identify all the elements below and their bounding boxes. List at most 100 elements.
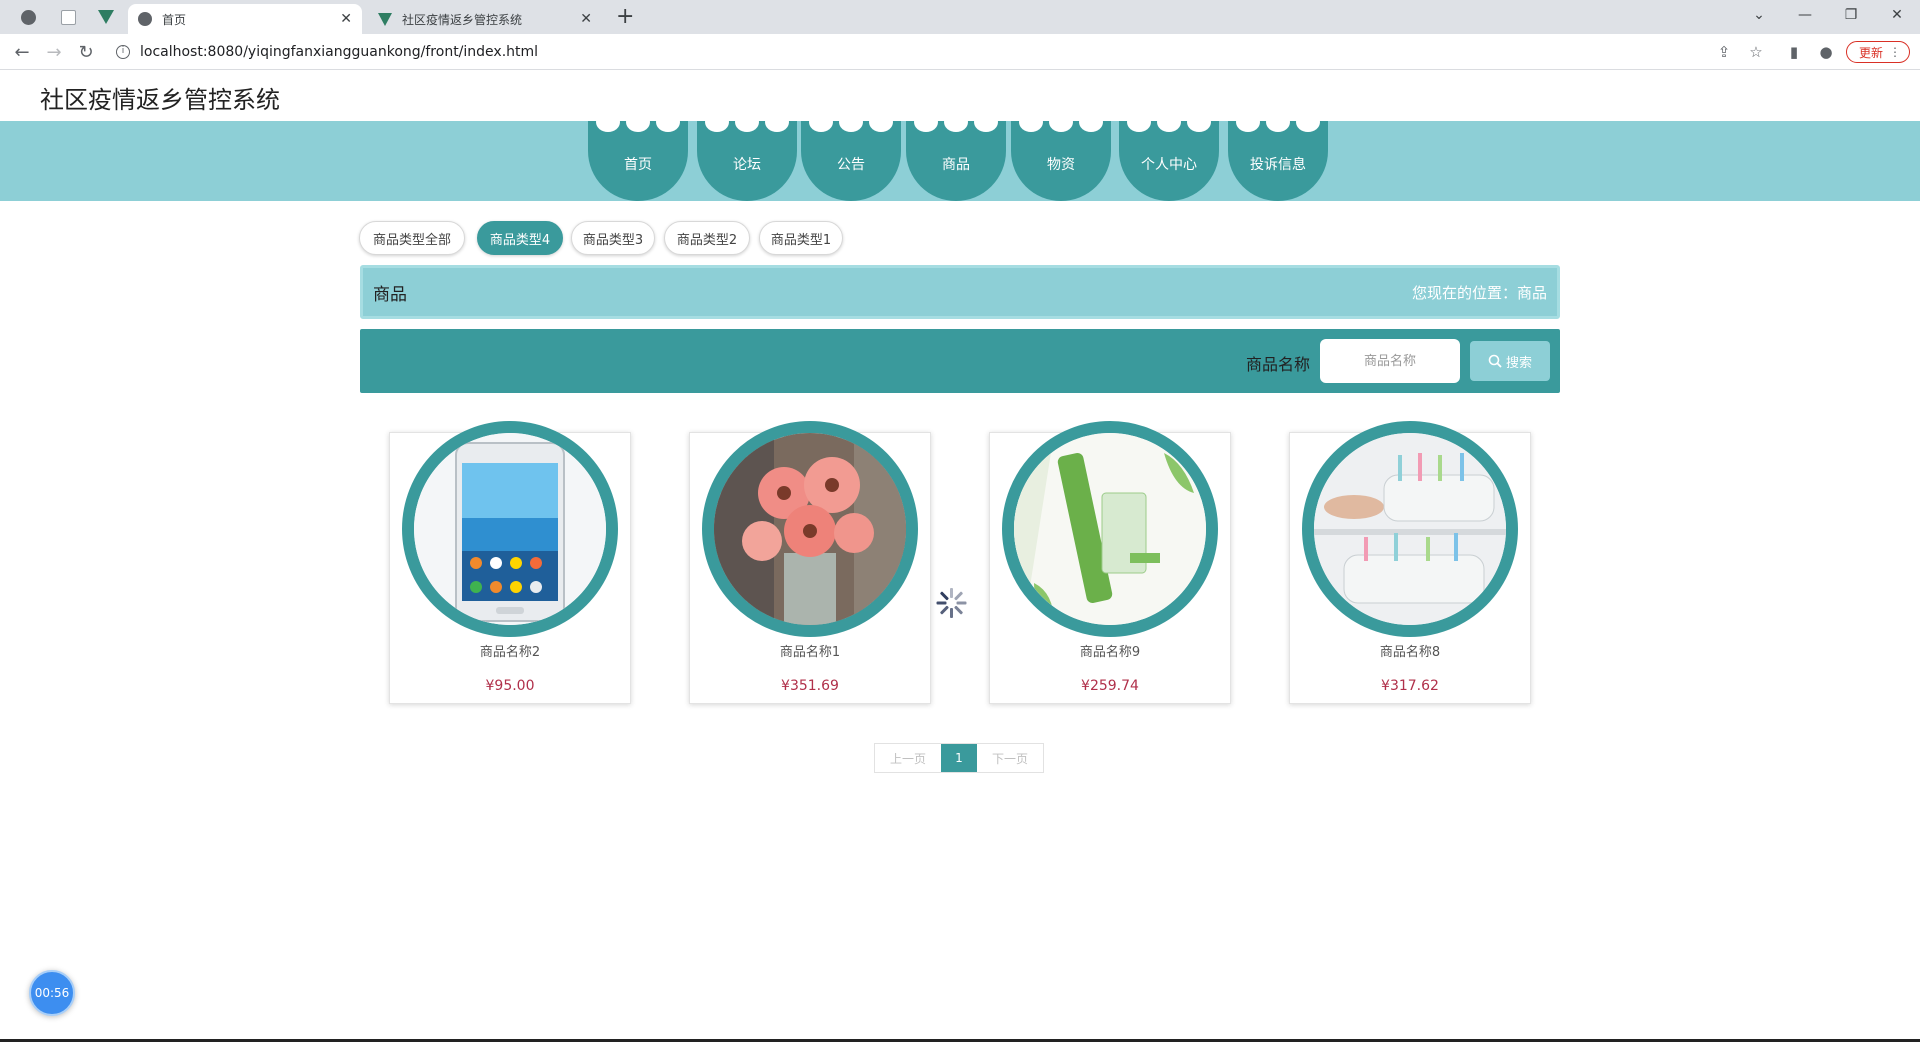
nav-scallop-decoration (974, 112, 998, 132)
tab-search-dropdown[interactable]: ⌄ (1736, 0, 1782, 30)
prev-page-button[interactable]: 上一页 (875, 744, 941, 772)
nav-scallop-decoration (596, 112, 620, 132)
nav-scallop-decoration (735, 112, 759, 132)
nav-scallop-decoration (1079, 112, 1103, 132)
product-name[interactable]: 商品名称1 (690, 641, 930, 660)
tab-title: 社区疫情返乡管控系统 (402, 12, 523, 27)
nav-scallop-decoration (869, 112, 893, 132)
reload-icon[interactable]: ↻ (72, 38, 100, 66)
new-tab-button[interactable]: + (616, 4, 634, 30)
spinner-spoke (950, 608, 953, 618)
search-button-label: 搜索 (1505, 355, 1532, 371)
nav-scallop-decoration (656, 112, 680, 132)
browser-tab-bar: 首页 ✕ 社区疫情返乡管控系统 ✕ + ⌄ — ❐ ✕ (0, 0, 1920, 34)
nav-scallop-decoration (839, 112, 863, 132)
tab-title: 首页 (162, 12, 187, 27)
spinner-spoke (953, 591, 964, 601)
spinner-spoke (953, 605, 964, 615)
more-menu-icon[interactable]: ⋮ (1889, 45, 1901, 59)
browser-tab-system[interactable]: 社区疫情返乡管控系统 ✕ (368, 4, 602, 34)
nav-scallop-decoration (626, 112, 650, 132)
product-card[interactable]: 商品名称9 ¥259.74 (989, 421, 1231, 704)
product-name[interactable]: 商品名称8 (1290, 641, 1530, 660)
category-pill[interactable]: 商品类型全部 (359, 221, 465, 255)
pinned-tab-blank[interactable] (48, 0, 88, 34)
product-card[interactable]: 商品名称8 ¥317.62 (1289, 421, 1531, 704)
tab-close-icon[interactable]: ✕ (580, 11, 592, 27)
bookmark-star-icon[interactable]: ☆ (1742, 38, 1770, 66)
nav-scallop-decoration (1049, 112, 1073, 132)
product-image[interactable] (1302, 421, 1518, 637)
product-price: ¥259.74 (1081, 678, 1139, 694)
spinner-spoke (936, 601, 947, 605)
product-image[interactable] (702, 421, 918, 637)
search-input[interactable] (1320, 339, 1460, 383)
url-bar[interactable]: i localhost:8080/yiqingfanxiangguankong/… (108, 38, 1768, 66)
product-card[interactable]: 商品名称2 ¥95.00 (389, 421, 631, 704)
site-title: 社区疫情返乡管控系统 (40, 86, 280, 114)
page-icon (60, 9, 76, 25)
search-label: 商品名称 (1246, 355, 1311, 374)
nav-scallop-decoration (1266, 112, 1290, 132)
nav-scallop-decoration (809, 112, 833, 132)
product-price: ¥317.62 (1381, 678, 1439, 694)
toothbrush-holder-image (1314, 433, 1506, 625)
flowers-image (714, 433, 906, 625)
product-name[interactable]: 商品名称2 (390, 641, 630, 660)
vue-logo-icon (378, 12, 392, 26)
product-name[interactable]: 商品名称9 (990, 641, 1230, 660)
category-pill[interactable]: 商品类型3 (571, 221, 655, 255)
nav-scallop-decoration (1127, 112, 1151, 132)
product-image[interactable] (1002, 421, 1218, 637)
pinned-tab-vue[interactable] (86, 0, 126, 34)
restore-button[interactable]: ❐ (1828, 0, 1874, 30)
vue-logo-icon (98, 10, 114, 24)
category-pill[interactable]: 商品类型4 (477, 221, 563, 255)
pinned-tab-globe[interactable] (8, 0, 48, 34)
recording-timer[interactable]: 00:56 (29, 970, 75, 1016)
product-price: ¥351.69 (781, 678, 839, 694)
page-number-current[interactable]: 1 (941, 744, 977, 772)
nav-scallop-decoration (944, 112, 968, 132)
update-button[interactable]: 更新 ⋮ (1846, 41, 1910, 63)
spinner-spoke (956, 601, 967, 605)
nav-scallop-decoration (914, 112, 938, 132)
breadcrumb-location: 您现在的位置：商品 (1411, 283, 1547, 302)
share-icon[interactable]: ⇪ (1710, 38, 1738, 66)
update-label: 更新 (1859, 45, 1884, 60)
nav-scallop-decoration (705, 112, 729, 132)
minimize-button[interactable]: — (1782, 0, 1828, 30)
search-icon (1488, 354, 1502, 368)
globe-icon (20, 9, 36, 25)
search-bar: 商品名称 搜索 (360, 329, 1560, 393)
loading-spinner-icon (936, 588, 967, 618)
section-title: 商品 (373, 284, 407, 305)
nav-scallop-decoration (1187, 112, 1211, 132)
profile-avatar-icon[interactable]: ● (1812, 38, 1840, 66)
category-pill[interactable]: 商品类型2 (664, 221, 750, 255)
product-card[interactable]: 商品名称1 ¥351.69 (689, 421, 931, 704)
nav-scallop-decoration (1157, 112, 1181, 132)
pagination: 上一页 1 下一页 (874, 743, 1044, 773)
site-info-icon[interactable]: i (116, 45, 130, 59)
spinner-spoke (939, 591, 950, 601)
browser-tab-home[interactable]: 首页 ✕ (128, 4, 362, 34)
nav-scallop-decoration (1236, 112, 1260, 132)
phone-image (414, 433, 606, 625)
product-price: ¥95.00 (485, 678, 535, 694)
back-arrow-icon[interactable]: ← (8, 38, 36, 66)
nav-scallop-decoration (1019, 112, 1043, 132)
breadcrumb-bar: 商品 您现在的位置：商品 (360, 265, 1560, 319)
address-toolbar: ← → ↻ i localhost:8080/yiqingfanxianggua… (0, 34, 1920, 70)
close-window-button[interactable]: ✕ (1874, 0, 1920, 30)
next-page-button[interactable]: 下一页 (977, 744, 1043, 772)
search-button[interactable]: 搜索 (1470, 341, 1550, 381)
side-panel-icon[interactable]: ▮ (1780, 38, 1808, 66)
globe-icon (138, 12, 152, 26)
product-image[interactable] (402, 421, 618, 637)
tab-close-icon[interactable]: ✕ (340, 11, 352, 27)
category-pill[interactable]: 商品类型1 (759, 221, 843, 255)
forward-arrow-icon[interactable]: → (40, 38, 68, 66)
skincare-image (1014, 433, 1206, 625)
spinner-spoke (950, 588, 953, 598)
